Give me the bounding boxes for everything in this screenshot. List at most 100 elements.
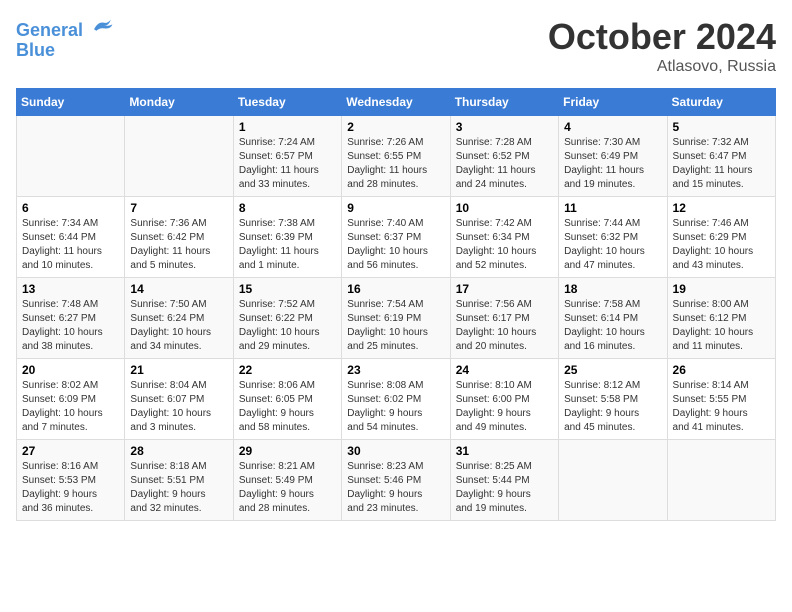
day-info: Sunrise: 8:23 AM Sunset: 5:46 PM Dayligh… [347, 460, 444, 516]
day-number: 19 [673, 282, 770, 296]
day-number: 15 [239, 282, 336, 296]
calendar-cell: 7Sunrise: 7:36 AM Sunset: 6:42 PM Daylig… [125, 197, 233, 278]
logo-blue: Blue [16, 40, 55, 60]
day-info: Sunrise: 8:02 AM Sunset: 6:09 PM Dayligh… [22, 379, 119, 435]
week-row-2: 6 Sunrise: 7:34 AM Sunset: 6:44 PM Daylig… [17, 197, 776, 278]
day-number: 26 [673, 363, 770, 377]
calendar-table: SundayMondayTuesdayWednesdayThursdayFrid… [16, 88, 776, 521]
day-number: 5 [673, 120, 770, 134]
day-number: 1 [239, 120, 336, 134]
day-number: 24 [456, 363, 553, 377]
calendar-cell: 29 Sunrise: 8:21 AM Sunset: 5:49 PM Dayli… [233, 440, 341, 521]
day-number: 28 [130, 444, 227, 458]
header-wednesday: Wednesday [342, 89, 450, 116]
day-info: Sunrise: 8:18 AM Sunset: 5:51 PM Dayligh… [130, 460, 227, 516]
week-row-4: 20 Sunrise: 8:02 AM Sunset: 6:09 PM Dayli… [17, 359, 776, 440]
day-number: 22 [239, 363, 336, 377]
day-info: Sunrise: 8:16 AM Sunset: 5:53 PM Dayligh… [22, 460, 119, 516]
header-friday: Friday [559, 89, 667, 116]
day-info: Sunrise: 8:06 AM Sunset: 6:05 PM Dayligh… [239, 379, 336, 435]
calendar-cell: 24Sunrise: 8:10 AM Sunset: 6:00 PM Dayli… [450, 359, 558, 440]
title-block: October 2024 Atlasovo, Russia [548, 16, 776, 76]
calendar-cell: 9 Sunrise: 7:40 AM Sunset: 6:37 PM Daylig… [342, 197, 450, 278]
day-info: Sunrise: 7:28 AM Sunset: 6:52 PM Dayligh… [456, 136, 553, 192]
day-info: Sunrise: 8:25 AM Sunset: 5:44 PM Dayligh… [456, 460, 553, 516]
calendar-cell [559, 440, 667, 521]
day-number: 3 [456, 120, 553, 134]
day-info: Sunrise: 8:21 AM Sunset: 5:49 PM Dayligh… [239, 460, 336, 516]
day-info: Sunrise: 7:36 AM Sunset: 6:42 PM Dayligh… [130, 217, 227, 273]
day-info: Sunrise: 8:12 AM Sunset: 5:58 PM Dayligh… [564, 379, 661, 435]
header-thursday: Thursday [450, 89, 558, 116]
day-number: 27 [22, 444, 119, 458]
header-sunday: Sunday [17, 89, 125, 116]
day-info: Sunrise: 7:58 AM Sunset: 6:14 PM Dayligh… [564, 298, 661, 354]
day-info: Sunrise: 7:42 AM Sunset: 6:34 PM Dayligh… [456, 217, 553, 273]
day-number: 13 [22, 282, 119, 296]
calendar-cell: 4 Sunrise: 7:30 AM Sunset: 6:49 PM Daylig… [559, 116, 667, 197]
calendar-cell: 18Sunrise: 7:58 AM Sunset: 6:14 PM Dayli… [559, 278, 667, 359]
calendar-header-row: SundayMondayTuesdayWednesdayThursdayFrid… [17, 89, 776, 116]
day-number: 23 [347, 363, 444, 377]
week-row-3: 13 Sunrise: 7:48 AM Sunset: 6:27 PM Dayli… [17, 278, 776, 359]
day-number: 12 [673, 201, 770, 215]
logo-text: General Blue [16, 16, 114, 61]
calendar-cell: 19 Sunrise: 8:00 AM Sunset: 6:12 PM Dayli… [667, 278, 775, 359]
day-info: Sunrise: 7:34 AM Sunset: 6:44 PM Dayligh… [22, 217, 119, 273]
day-info: Sunrise: 8:08 AM Sunset: 6:02 PM Dayligh… [347, 379, 444, 435]
calendar-cell: 22 Sunrise: 8:06 AM Sunset: 6:05 PM Dayli… [233, 359, 341, 440]
day-number: 21 [130, 363, 227, 377]
calendar-cell [667, 440, 775, 521]
calendar-cell: 26 Sunrise: 8:14 AM Sunset: 5:55 PM Dayli… [667, 359, 775, 440]
day-info: Sunrise: 7:40 AM Sunset: 6:37 PM Dayligh… [347, 217, 444, 273]
calendar-cell: 11 Sunrise: 7:44 AM Sunset: 6:32 PM Dayli… [559, 197, 667, 278]
week-row-1: 1Sunrise: 7:24 AM Sunset: 6:57 PM Daylig… [17, 116, 776, 197]
day-info: Sunrise: 7:54 AM Sunset: 6:19 PM Dayligh… [347, 298, 444, 354]
day-number: 4 [564, 120, 661, 134]
day-number: 6 [22, 201, 119, 215]
day-number: 14 [130, 282, 227, 296]
day-info: Sunrise: 8:00 AM Sunset: 6:12 PM Dayligh… [673, 298, 770, 354]
day-number: 20 [22, 363, 119, 377]
calendar-cell: 15Sunrise: 7:52 AM Sunset: 6:22 PM Dayli… [233, 278, 341, 359]
day-number: 10 [456, 201, 553, 215]
day-info: Sunrise: 7:38 AM Sunset: 6:39 PM Dayligh… [239, 217, 336, 273]
calendar-cell: 5Sunrise: 7:32 AM Sunset: 6:47 PM Daylig… [667, 116, 775, 197]
month-title: October 2024 [548, 16, 776, 58]
day-info: Sunrise: 7:26 AM Sunset: 6:55 PM Dayligh… [347, 136, 444, 192]
calendar-cell: 12 Sunrise: 7:46 AM Sunset: 6:29 PM Dayli… [667, 197, 775, 278]
calendar-cell: 1Sunrise: 7:24 AM Sunset: 6:57 PM Daylig… [233, 116, 341, 197]
page-header: General Blue October 2024 Atlasovo, Russ… [16, 16, 776, 76]
calendar-cell: 14 Sunrise: 7:50 AM Sunset: 6:24 PM Dayli… [125, 278, 233, 359]
logo: General Blue [16, 16, 114, 61]
day-info: Sunrise: 7:46 AM Sunset: 6:29 PM Dayligh… [673, 217, 770, 273]
calendar-cell: 13 Sunrise: 7:48 AM Sunset: 6:27 PM Dayli… [17, 278, 125, 359]
calendar-cell: 3 Sunrise: 7:28 AM Sunset: 6:52 PM Daylig… [450, 116, 558, 197]
day-info: Sunrise: 7:44 AM Sunset: 6:32 PM Dayligh… [564, 217, 661, 273]
header-tuesday: Tuesday [233, 89, 341, 116]
calendar-cell: 20 Sunrise: 8:02 AM Sunset: 6:09 PM Dayli… [17, 359, 125, 440]
day-number: 17 [456, 282, 553, 296]
day-info: Sunrise: 7:30 AM Sunset: 6:49 PM Dayligh… [564, 136, 661, 192]
day-info: Sunrise: 8:14 AM Sunset: 5:55 PM Dayligh… [673, 379, 770, 435]
week-row-5: 27 Sunrise: 8:16 AM Sunset: 5:53 PM Dayli… [17, 440, 776, 521]
calendar-cell: 31 Sunrise: 8:25 AM Sunset: 5:44 PM Dayli… [450, 440, 558, 521]
day-number: 30 [347, 444, 444, 458]
day-number: 25 [564, 363, 661, 377]
day-number: 29 [239, 444, 336, 458]
day-info: Sunrise: 7:50 AM Sunset: 6:24 PM Dayligh… [130, 298, 227, 354]
calendar-cell: 30 Sunrise: 8:23 AM Sunset: 5:46 PM Dayli… [342, 440, 450, 521]
location: Atlasovo, Russia [548, 58, 776, 76]
calendar-cell: 16 Sunrise: 7:54 AM Sunset: 6:19 PM Dayli… [342, 278, 450, 359]
calendar-cell: 25 Sunrise: 8:12 AM Sunset: 5:58 PM Dayli… [559, 359, 667, 440]
calendar-cell: 2Sunrise: 7:26 AM Sunset: 6:55 PM Daylig… [342, 116, 450, 197]
day-number: 11 [564, 201, 661, 215]
day-info: Sunrise: 7:48 AM Sunset: 6:27 PM Dayligh… [22, 298, 119, 354]
day-number: 16 [347, 282, 444, 296]
day-number: 9 [347, 201, 444, 215]
day-number: 31 [456, 444, 553, 458]
calendar-cell: 27 Sunrise: 8:16 AM Sunset: 5:53 PM Dayli… [17, 440, 125, 521]
calendar-cell: 6 Sunrise: 7:34 AM Sunset: 6:44 PM Daylig… [17, 197, 125, 278]
calendar-cell [125, 116, 233, 197]
calendar-cell: 17Sunrise: 7:56 AM Sunset: 6:17 PM Dayli… [450, 278, 558, 359]
